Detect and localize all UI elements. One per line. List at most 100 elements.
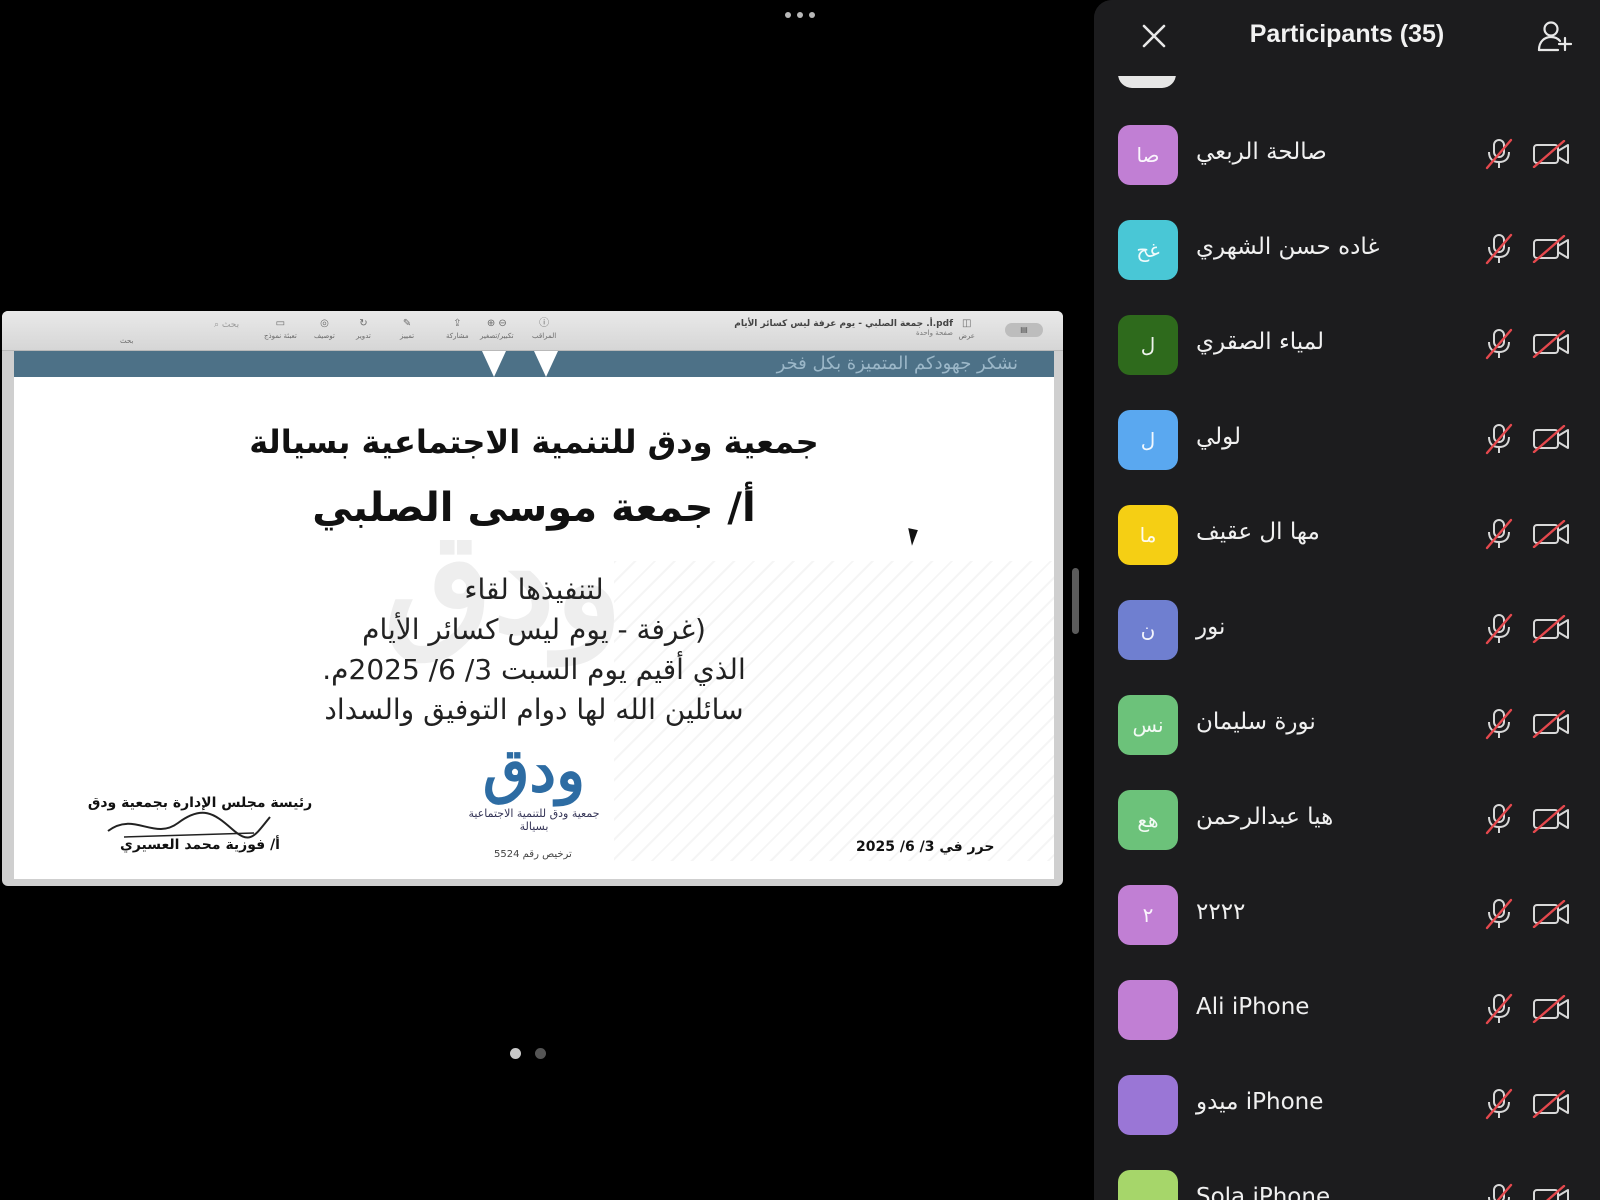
avatar: غح [1118, 220, 1178, 280]
mic-muted-icon[interactable] [1484, 518, 1514, 550]
camera-off-icon[interactable] [1532, 329, 1570, 359]
mic-muted-icon[interactable] [1484, 1183, 1514, 1200]
zoom-button[interactable]: ⊕ ⊖ تكبير/تصغير [480, 318, 514, 341]
participant-name: نورة سليمان [1196, 709, 1316, 735]
sidebar-toggle-icon[interactable]: ▤ [1005, 323, 1043, 337]
avatar: صا [1118, 125, 1178, 185]
participant-row[interactable]: نس نورة سليمان [1094, 678, 1600, 772]
banner-notch [482, 351, 506, 377]
participant-name: ميدو iPhone [1196, 1089, 1324, 1115]
mic-muted-icon[interactable] [1484, 803, 1514, 835]
certificate-line: الذي أقيم يوم السبت 3/ 6/ 2025م. [322, 653, 746, 686]
participant-row[interactable]: ٢ ٢٢٢٢ [1094, 868, 1600, 962]
camera-off-icon[interactable] [1532, 804, 1570, 834]
camera-off-icon[interactable] [1532, 709, 1570, 739]
markup-button[interactable]: ✎ تمييز [400, 318, 414, 341]
certificate-page: نشكر جهودكم المتميزة بكل فخر ودق جمعية و… [14, 351, 1054, 879]
rotate-icon: ↻ [359, 318, 368, 329]
participant-row[interactable]: ل لمياء الصقري [1094, 298, 1600, 392]
participant-name: صالحة الربعي [1196, 139, 1327, 165]
camera-off-icon[interactable] [1532, 1184, 1570, 1200]
organization-logo: ودق جمعية ودق للتنمية الاجتماعية بسيالة [454, 735, 614, 833]
participant-name: Ali iPhone [1196, 994, 1310, 1020]
participant-name: ٢٢٢٢ [1196, 899, 1246, 925]
mic-muted-icon[interactable] [1484, 328, 1514, 360]
mic-muted-icon[interactable] [1484, 423, 1514, 455]
avatar: ٢ [1118, 885, 1178, 945]
panel-title: Participants (35) [1249, 20, 1445, 48]
mic-muted-icon[interactable] [1484, 138, 1514, 170]
participant-name: لمياء الصقري [1196, 329, 1325, 355]
participant-row[interactable]: غح غاده حسن الشهري [1094, 203, 1600, 297]
rotate-button[interactable]: ↻ تدوير [356, 318, 371, 341]
add-person-icon[interactable] [1536, 18, 1572, 54]
participant-name: لولي [1196, 424, 1242, 450]
mic-muted-icon[interactable] [1484, 1088, 1514, 1120]
search-field[interactable]: ⌕ بحث [214, 320, 239, 330]
info-icon: ⓘ [539, 318, 550, 329]
form-fill-button[interactable]: ▭ تعبئة نموذج [264, 318, 297, 341]
participant-row[interactable]: Ali iPhone [1094, 963, 1600, 1057]
banner-text: نشكر جهودكم المتميزة بكل فخر [776, 353, 1018, 374]
recipient-name: أ/ جمعة موسى الصلبي [312, 485, 756, 531]
participants-panel: Participants (35) صا صالحة الربعي غح غاده ح… [1094, 0, 1600, 1200]
logo-mark: ودق [482, 736, 586, 806]
page-dot-active[interactable] [510, 1048, 521, 1059]
share-button[interactable]: ⇪ مشاركة [446, 318, 469, 341]
participant-row[interactable]: ميدو iPhone [1094, 1058, 1600, 1152]
annotate-icon: ◎ [320, 318, 329, 329]
form-icon: ▭ [275, 318, 286, 329]
page-dot[interactable] [535, 1048, 546, 1059]
document-title: أ. جمعة الصلبي - يوم عرفة ليس كسائر الأي… [734, 319, 953, 337]
camera-off-icon[interactable] [1532, 139, 1570, 169]
inspector-button[interactable]: ⓘ المراقب [532, 318, 556, 341]
banner-notch [534, 351, 558, 377]
organization-name: جمعية ودق للتنمية الاجتماعية بسيالة [249, 423, 819, 461]
more-dots-icon[interactable] [772, 8, 828, 22]
participant-row[interactable]: ل لولي [1094, 393, 1600, 487]
split-view-handle[interactable] [1072, 568, 1079, 634]
share-icon: ⇪ [453, 318, 462, 329]
avatar: ن [1118, 600, 1178, 660]
avatar [1118, 1075, 1178, 1135]
pen-icon: ✎ [402, 318, 412, 329]
camera-off-icon[interactable] [1532, 994, 1570, 1024]
camera-off-icon[interactable] [1532, 899, 1570, 929]
mic-muted-icon[interactable] [1484, 993, 1514, 1025]
camera-off-icon[interactable] [1532, 234, 1570, 264]
logo-caption: جمعية ودق للتنمية الاجتماعية بسيالة [468, 807, 600, 833]
shared-screen: ▤ ◫ عرض أ. جمعة الصلبي - يوم عرفة ليس كس… [2, 311, 1063, 886]
participant-row[interactable]: ما مها ال عقيف [1094, 488, 1600, 582]
avatar: ل [1118, 315, 1178, 375]
mic-muted-icon[interactable] [1484, 233, 1514, 265]
participant-name: مها ال عقيف [1196, 519, 1320, 545]
participant-name: Sola iPhone [1196, 1184, 1331, 1200]
mic-muted-icon[interactable] [1484, 708, 1514, 740]
search-label: بحث [120, 337, 134, 345]
certificate-line: لتنفيذها لقاء [464, 573, 604, 606]
certificate-banner: نشكر جهودكم المتميزة بكل فخر [14, 351, 1054, 377]
participant-row[interactable]: هع هيا عبدالرحمن [1094, 773, 1600, 867]
certificate-line: (غرفة - يوم ليس كسائر الأيام [362, 613, 706, 646]
avatar: نس [1118, 695, 1178, 755]
participant-row[interactable]: صا صالحة الربعي [1094, 108, 1600, 202]
mic-muted-icon[interactable] [1484, 898, 1514, 930]
mic-muted-icon[interactable] [1484, 613, 1514, 645]
annotate-button[interactable]: ◎ توصيف [314, 318, 335, 341]
document-filename: أ. جمعة الصلبي - يوم عرفة ليس كسائر الأي… [734, 319, 953, 329]
participant-row[interactable]: ن نور [1094, 583, 1600, 677]
avatar: ل [1118, 410, 1178, 470]
pdf-viewer-toolbar: ▤ ◫ عرض أ. جمعة الصلبي - يوم عرفة ليس كس… [2, 311, 1063, 351]
camera-off-icon[interactable] [1532, 614, 1570, 644]
camera-off-icon[interactable] [1532, 424, 1570, 454]
camera-off-icon[interactable] [1532, 1089, 1570, 1119]
participant-row[interactable]: Sola iPhone [1094, 1153, 1600, 1200]
participant-name: نور [1196, 614, 1226, 640]
page-indicator[interactable] [510, 1048, 546, 1059]
avatar: ما [1118, 505, 1178, 565]
issued-date: حرر في 3/ 6/ 2025 [856, 839, 995, 855]
license-number: ترخيص رقم 5524 [494, 849, 572, 860]
camera-off-icon[interactable] [1532, 519, 1570, 549]
zoom-icon: ⊕ ⊖ [486, 318, 507, 329]
view-button[interactable]: ◫ عرض [958, 318, 975, 341]
